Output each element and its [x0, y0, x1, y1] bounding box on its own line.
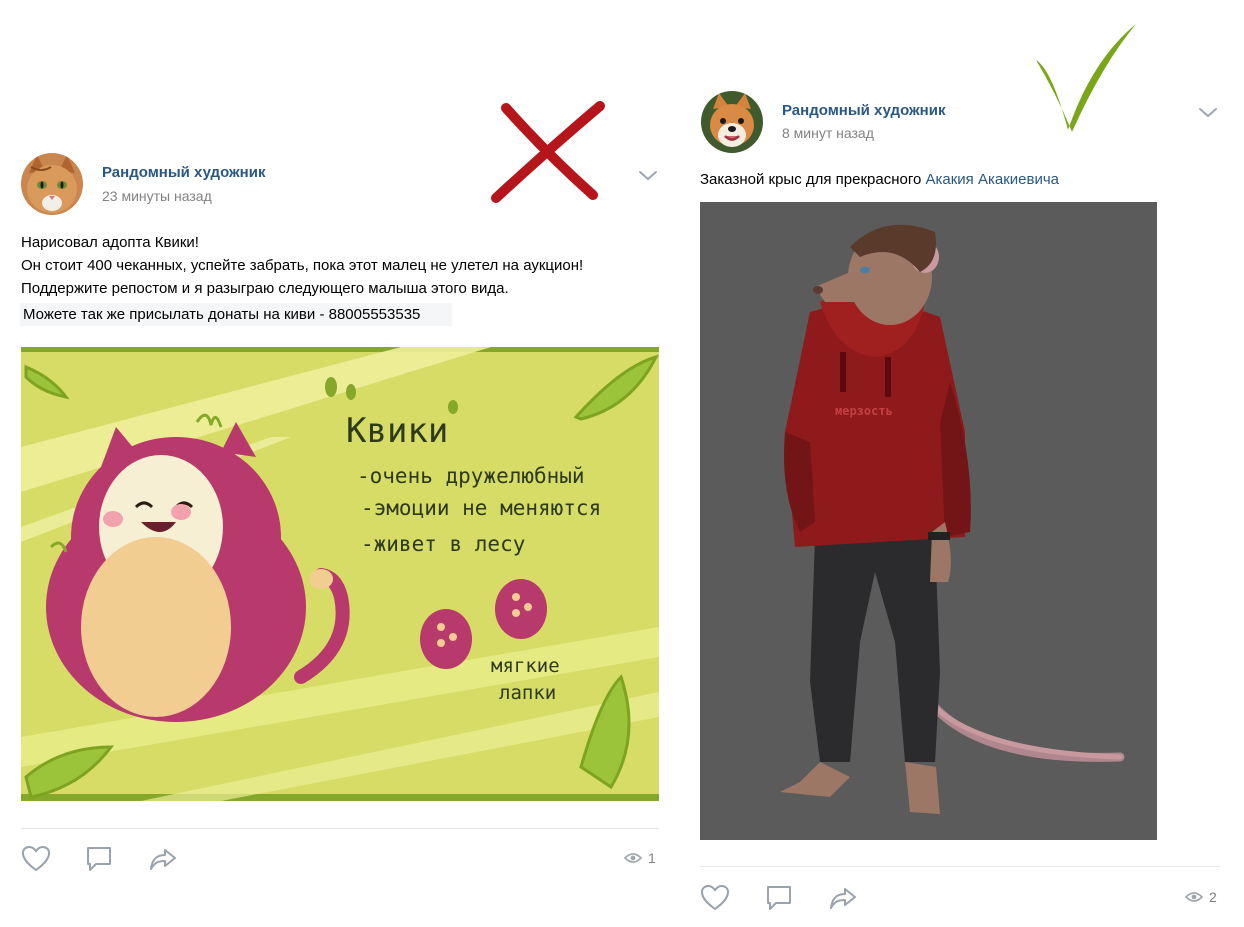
- author-name[interactable]: Рандомный художник: [102, 164, 265, 181]
- green-check-mark-icon: [1036, 24, 1136, 132]
- chevron-down-icon[interactable]: [1198, 107, 1218, 119]
- post-time[interactable]: 8 минут назад: [782, 125, 874, 141]
- views-counter: 2: [1185, 889, 1217, 905]
- red-cross-mark-icon: [491, 101, 605, 203]
- views-count: 2: [1209, 889, 1217, 905]
- illustration-caption: мягкие: [491, 655, 560, 677]
- heart-icon[interactable]: [700, 884, 730, 912]
- views-counter: 1: [624, 850, 656, 866]
- illustration-feature: -очень дружелюбный: [357, 464, 585, 488]
- orange-cat-avatar-icon: [21, 153, 83, 215]
- adopt-illustration: Квики -очень дружелюбный -эмоции не меня…: [21, 347, 659, 801]
- shiba-dog-avatar-icon: [701, 91, 763, 153]
- post-text-line: Нарисовал адопта Квики!: [21, 234, 199, 251]
- donate-text: Можете так же присылать донаты на киви -…: [20, 303, 453, 326]
- eye-icon: [624, 853, 642, 863]
- post-2: Рандомный художник 8 минут назад Заказно…: [680, 0, 1244, 927]
- post-1: Рандомный художник 23 минуты назад Нарис…: [0, 0, 680, 927]
- eye-icon: [1185, 892, 1203, 902]
- rat-illustration: мерзость: [700, 202, 1157, 840]
- post-text-line: Он стоит 400 чеканных, успейте забрать, …: [21, 257, 584, 274]
- post-image[interactable]: Квики -очень дружелюбный -эмоции не меня…: [21, 347, 659, 801]
- post-text: Заказной крыс для прекрасного Акакия Ака…: [700, 168, 1059, 191]
- share-icon[interactable]: [148, 845, 178, 873]
- post-text-line: Поддержите репостом и я разыграю следующ…: [21, 280, 509, 297]
- share-icon[interactable]: [828, 884, 858, 912]
- avatar[interactable]: [21, 153, 83, 215]
- illustration-feature: -эмоции не меняются: [361, 496, 601, 520]
- post-time[interactable]: 23 минуты назад: [102, 188, 212, 204]
- views-count: 1: [648, 850, 656, 866]
- illustration-title: Квики: [346, 411, 448, 451]
- author-name[interactable]: Рандомный художник: [782, 102, 945, 119]
- divider: [700, 866, 1220, 867]
- illustration-caption: лапки: [499, 682, 556, 704]
- divider: [21, 828, 659, 829]
- post-text: Нарисовал адопта Квики! Он стоит 400 чек…: [20, 231, 584, 326]
- avatar[interactable]: [701, 91, 763, 153]
- heart-icon[interactable]: [21, 845, 51, 873]
- mention-link[interactable]: Акакия Акакиевича: [926, 171, 1060, 188]
- hoodie-print: мерзость: [835, 404, 893, 418]
- post-image[interactable]: мерзость: [700, 202, 1157, 840]
- comment-icon[interactable]: [84, 845, 114, 873]
- chevron-down-icon[interactable]: [638, 170, 658, 182]
- illustration-feature: -живет в лесу: [361, 532, 525, 556]
- post-text-prefix: Заказной крыс для прекрасного: [700, 171, 926, 188]
- comment-icon[interactable]: [764, 884, 794, 912]
